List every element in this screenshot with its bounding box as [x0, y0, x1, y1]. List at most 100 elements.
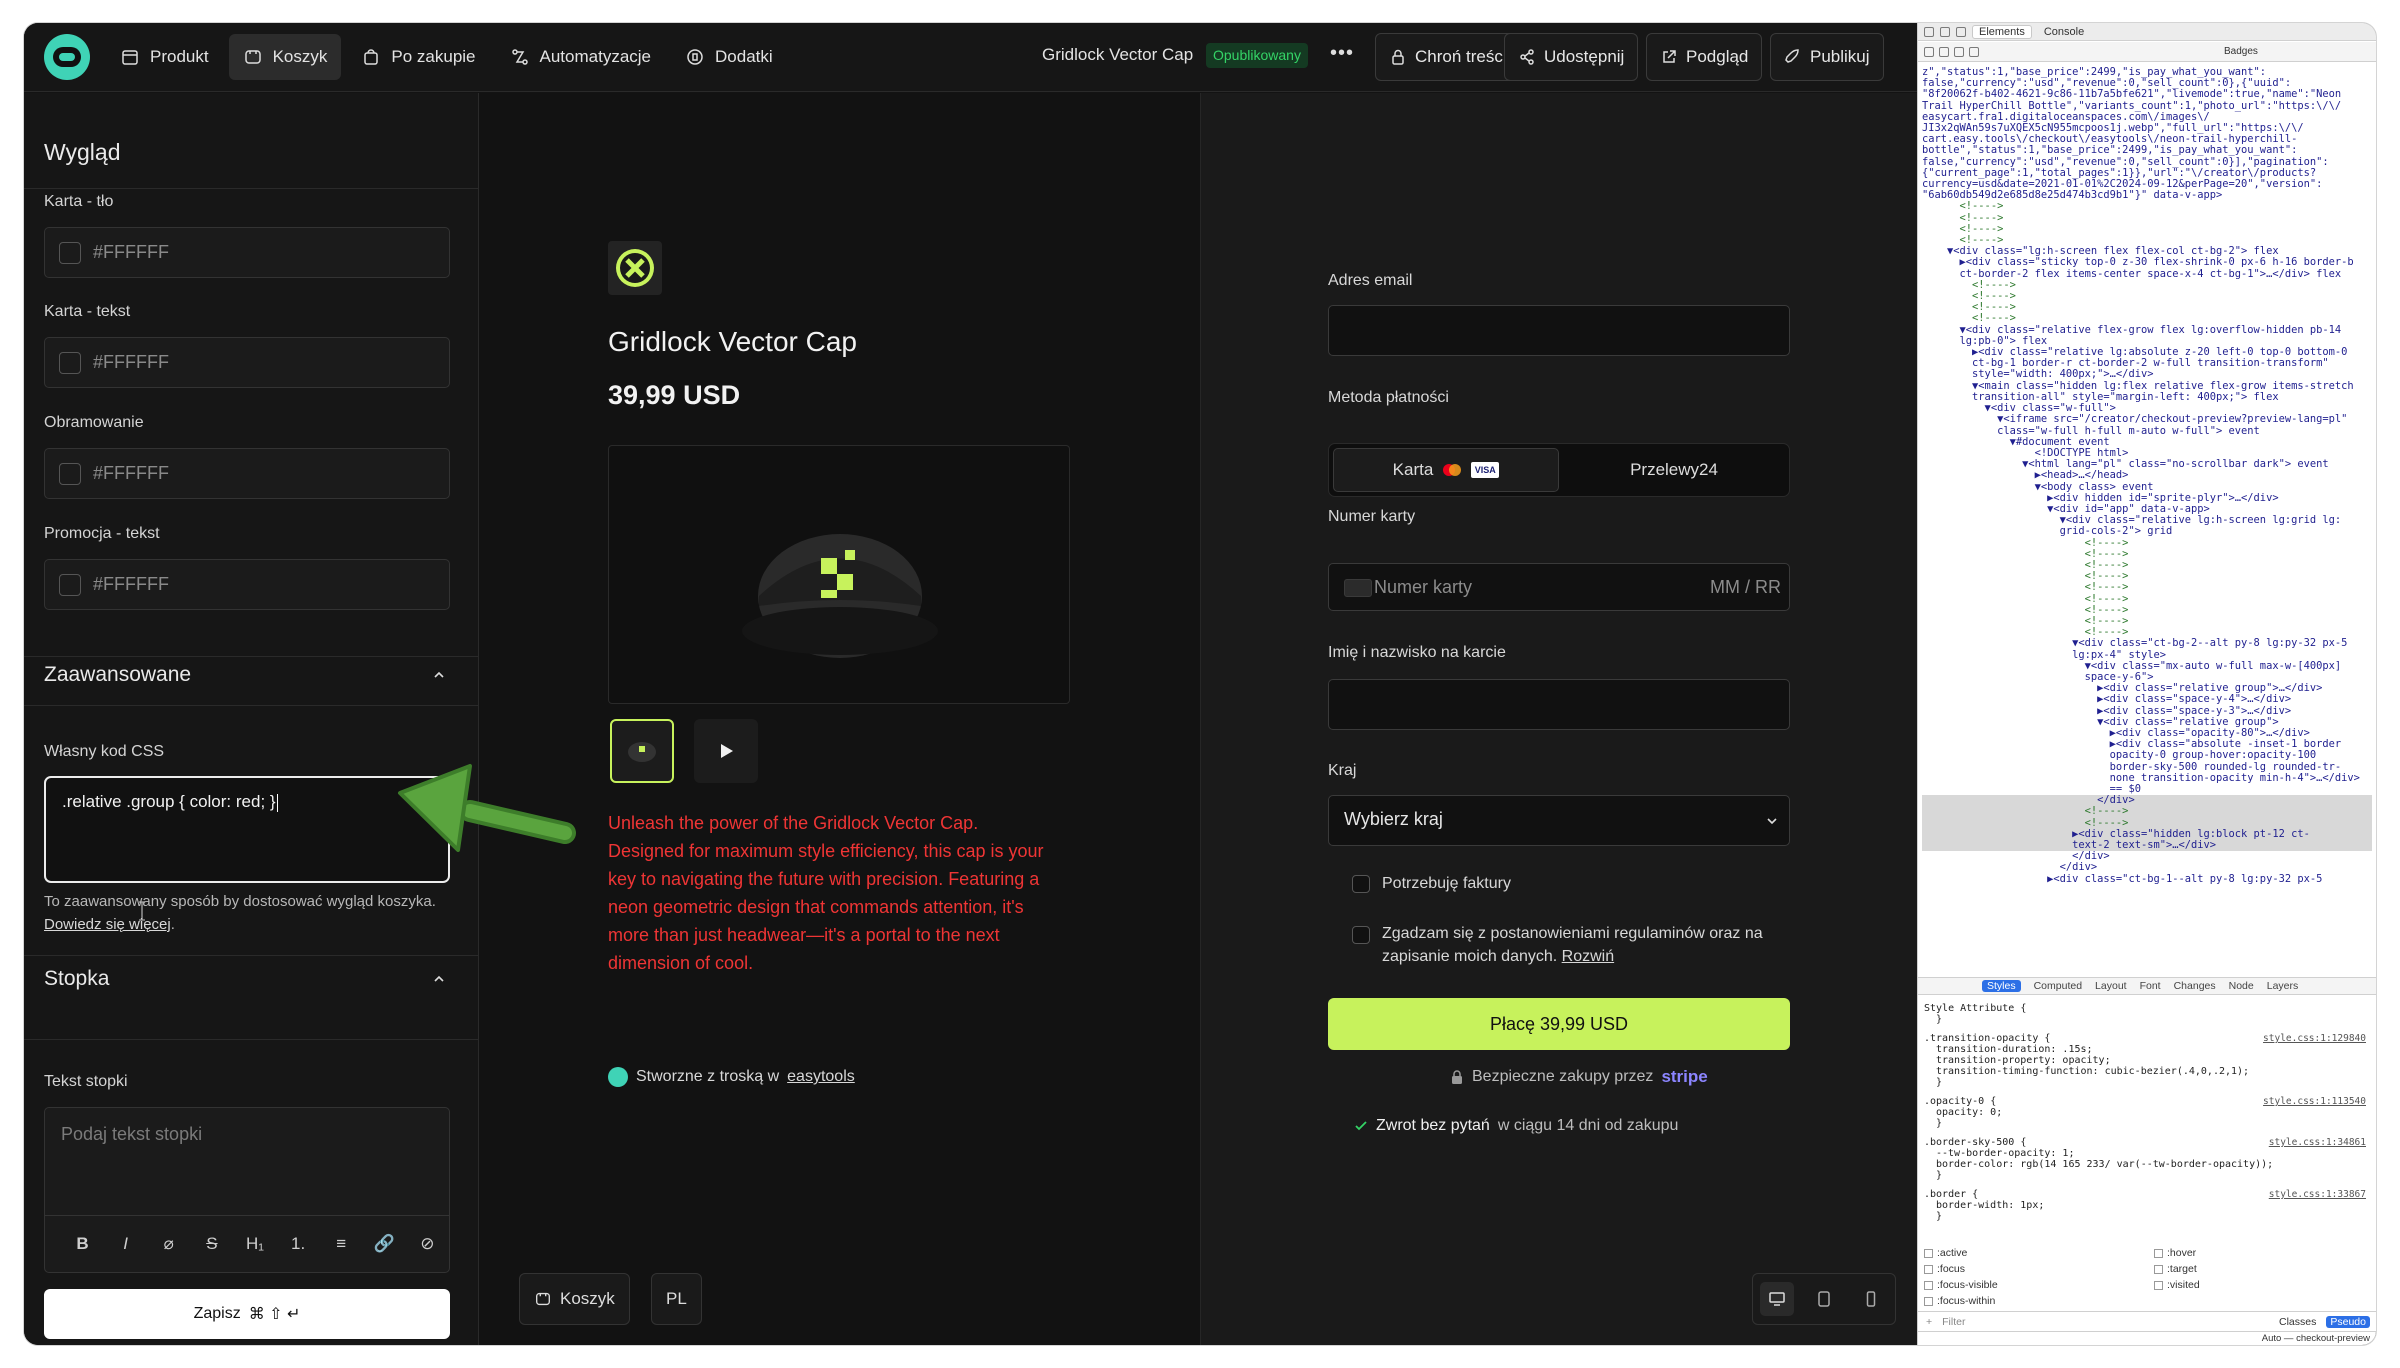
filter-input[interactable]: Filter — [1942, 1316, 1965, 1328]
css-property[interactable]: opacity: 0; — [1924, 1107, 2370, 1118]
footer-section-title[interactable]: Stopka — [44, 967, 109, 991]
card-text-color-input[interactable]: #FFFFFF — [44, 337, 450, 388]
tab-node[interactable]: Node — [2229, 980, 2254, 992]
easytools-logo[interactable] — [44, 34, 90, 80]
dock-icon[interactable] — [1940, 26, 1950, 37]
pseudo-toggle[interactable]: :hover — [2154, 1247, 2196, 1259]
dom-line[interactable]: ▶<div class="ct-bg-1--alt py-8 lg:py-32 … — [1922, 873, 2372, 885]
dom-line[interactable]: <!----> — [1922, 806, 2372, 818]
inspect-icon[interactable] — [1956, 26, 1966, 37]
easytools-link[interactable]: easytools — [787, 1068, 855, 1086]
dom-line[interactable]: ▶<div class="space-y-4">…</div> — [1922, 694, 2372, 705]
cardholder-input[interactable] — [1328, 679, 1790, 730]
tab-elements[interactable]: Elements — [1972, 24, 2032, 39]
dom-line[interactable]: ▶<div class="sticky top-0 z-30 flex-shri… — [1922, 257, 2372, 268]
tab-font[interactable]: Font — [2140, 980, 2161, 992]
image-thumbnail[interactable] — [610, 719, 674, 783]
dom-line[interactable]: ▼<iframe src="/creator/checkout-preview?… — [1922, 414, 2372, 425]
dom-line[interactable]: ▶<head>…</head> — [1922, 470, 2372, 481]
element-nav-icon[interactable] — [1954, 46, 1964, 57]
tab-layout[interactable]: Layout — [2095, 980, 2127, 992]
tab-changes[interactable]: Changes — [2174, 980, 2216, 992]
css-rule[interactable]: .border {style.css:1:33867 border-width: … — [1924, 1189, 2370, 1222]
dom-line[interactable]: </div> — [1922, 862, 2372, 873]
nav-dodatki[interactable]: Dodatki — [671, 34, 787, 80]
share-button[interactable]: Udostępnij — [1504, 33, 1639, 81]
pseudo-toggle-button[interactable]: Pseudo — [2326, 1315, 2370, 1328]
dom-line[interactable]: bottle","status":1,"base_price":2499,"is… — [1922, 145, 2372, 156]
footer-text-editor[interactable]: Podaj tekst stopki B I ⌀ S H₁ 1. ≡ 🔗 ⊘ — [44, 1107, 450, 1273]
tablet-view-button[interactable] — [1807, 1282, 1841, 1316]
chevron-up-icon[interactable] — [432, 972, 446, 986]
heading-button[interactable]: H₁ — [233, 1234, 276, 1254]
nav-po-zakupie[interactable]: Po zakupie — [347, 34, 489, 80]
element-nav-icon[interactable] — [1969, 46, 1979, 57]
pay-button[interactable]: Płacę 39,99 USD — [1328, 998, 1790, 1050]
more-options-icon[interactable]: ••• — [1330, 42, 1354, 65]
mobile-view-button[interactable] — [1854, 1282, 1888, 1316]
dom-line[interactable]: ▼<div class="ct-bg-2--alt py-8 lg:py-32 … — [1922, 638, 2372, 649]
border-color-input[interactable]: #FFFFFF — [44, 448, 450, 499]
pseudo-toggle[interactable]: :focus — [1924, 1263, 1965, 1275]
italic-button[interactable]: I — [104, 1234, 147, 1254]
bullet-list-button[interactable]: ≡ — [320, 1234, 363, 1254]
rule-source-link[interactable]: style.css:1:113540 — [2263, 1096, 2366, 1107]
payment-card-option[interactable]: Karta VISA — [1333, 448, 1559, 492]
close-icon[interactable] — [1924, 26, 1934, 37]
add-rule-icon[interactable]: + — [1926, 1316, 1932, 1328]
css-property[interactable]: transition-property: opacity; — [1924, 1055, 2370, 1066]
dom-line[interactable]: grid-cols-2"> grid — [1922, 526, 2372, 537]
email-input[interactable] — [1328, 305, 1790, 356]
save-button[interactable]: Zapisz ⌘ ⇧ ↵ — [44, 1289, 450, 1339]
protect-content-button[interactable]: Chroń treści — [1375, 33, 1521, 81]
rule-source-link[interactable]: style.css:1:129840 — [2263, 1033, 2366, 1044]
color-swatch[interactable] — [59, 462, 81, 485]
video-thumbnail[interactable] — [694, 719, 758, 783]
color-swatch[interactable] — [59, 351, 81, 374]
dom-line[interactable]: opacity-0 group-hover:opacity-100 — [1922, 750, 2372, 761]
chevron-up-icon[interactable] — [432, 668, 446, 682]
custom-css-textarea[interactable]: .relative .group { color: red; } — [44, 776, 450, 883]
link-button[interactable]: 🔗 — [363, 1234, 406, 1254]
css-property[interactable]: border-color: rgb(14 165 233/ var(--tw-b… — [1924, 1159, 2370, 1170]
color-swatch[interactable] — [59, 241, 81, 264]
preview-button[interactable]: Podgląd — [1646, 33, 1763, 81]
advanced-section-title[interactable]: Zaawansowane — [44, 663, 191, 687]
nav-produkt[interactable]: Produkt — [106, 34, 223, 80]
promo-text-color-input[interactable]: #FFFFFF — [44, 559, 450, 610]
desktop-view-button[interactable] — [1759, 1282, 1794, 1316]
css-property[interactable]: --tw-border-opacity: 1; — [1924, 1148, 2370, 1159]
terms-checkbox[interactable] — [1352, 926, 1370, 944]
pseudo-toggle[interactable]: :target — [2154, 1263, 2197, 1275]
badges-toggle[interactable]: Badges — [2224, 46, 2258, 57]
element-nav-icon[interactable] — [1924, 46, 1934, 57]
tab-computed[interactable]: Computed — [2034, 980, 2082, 992]
dom-line[interactable]: style="width: 400px;">…</div> — [1922, 369, 2372, 380]
clear-format-button[interactable]: ⊘ — [406, 1234, 449, 1254]
cart-view-button[interactable]: Koszyk — [519, 1273, 630, 1325]
highlight-button[interactable]: ⌀ — [147, 1234, 190, 1254]
css-property[interactable]: border-width: 1px; — [1924, 1200, 2370, 1211]
color-swatch[interactable] — [59, 573, 81, 596]
css-rule[interactable]: .transition-opacity {style.css:1:129840 t… — [1924, 1033, 2370, 1088]
tab-layers[interactable]: Layers — [2267, 980, 2299, 992]
pseudo-toggle[interactable]: :visited — [2154, 1279, 2200, 1291]
rule-source-link[interactable]: style.css:1:34861 — [2269, 1137, 2366, 1148]
payment-p24-option[interactable]: Przelewy24 — [1561, 448, 1787, 492]
terms-expand-link[interactable]: Rozwiń — [1562, 948, 1614, 965]
language-button[interactable]: PL — [651, 1273, 702, 1325]
dom-tree[interactable]: z","status":1,"base_price":2499,"is_pay_… — [1918, 65, 2376, 977]
css-rule[interactable]: .opacity-0 {style.css:1:113540 opacity: 0… — [1924, 1096, 2370, 1129]
dom-line[interactable]: <!----> — [1922, 313, 2372, 324]
tab-styles[interactable]: Styles — [1982, 980, 2021, 992]
dom-line[interactable]: <!----> — [1922, 201, 2372, 212]
tab-console[interactable]: Console — [2038, 26, 2090, 38]
ordered-list-button[interactable]: 1. — [277, 1234, 320, 1254]
pseudo-toggle[interactable]: :focus-within — [1924, 1295, 1995, 1307]
bold-button[interactable]: B — [61, 1234, 104, 1254]
pseudo-toggle[interactable]: :active — [1924, 1247, 1967, 1259]
element-nav-icon[interactable] — [1939, 46, 1949, 57]
pseudo-toggle[interactable]: :focus-visible — [1924, 1279, 1998, 1291]
strikethrough-button[interactable]: S — [190, 1234, 233, 1254]
dom-line[interactable]: <!----> — [1922, 582, 2372, 593]
